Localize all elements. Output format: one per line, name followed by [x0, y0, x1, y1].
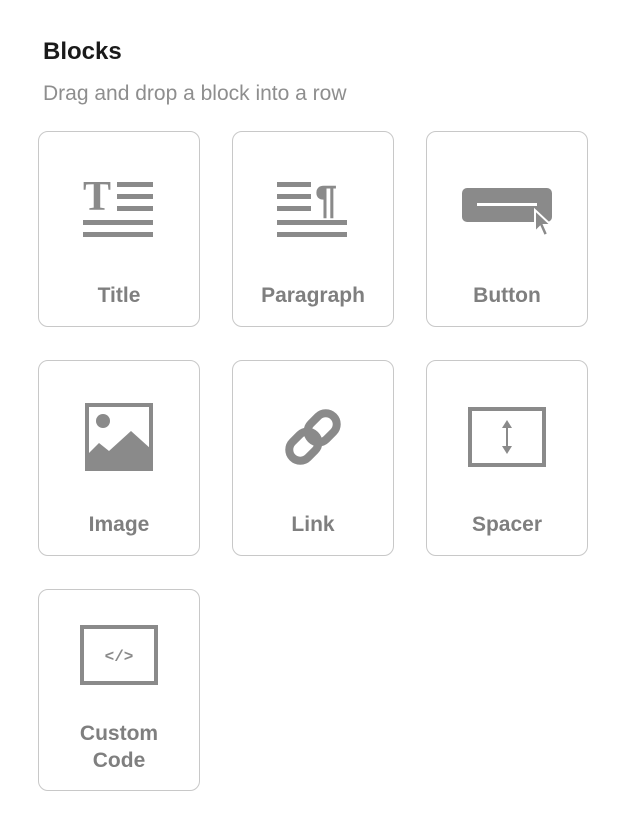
spacer-icon: [427, 401, 587, 473]
block-button[interactable]: Button: [426, 131, 588, 327]
block-label: Custom Code: [39, 720, 199, 774]
block-label: Link: [291, 513, 335, 536]
button-icon: [427, 172, 587, 244]
block-label: Paragraph: [261, 284, 365, 307]
block-spacer[interactable]: Spacer: [426, 360, 588, 556]
code-icon: </>: [39, 620, 199, 690]
block-label-line2: Code: [92, 749, 146, 772]
block-label-line1: Custom: [79, 722, 159, 745]
svg-text:T: T: [83, 176, 111, 220]
block-label: Image: [88, 513, 150, 536]
block-image[interactable]: Image: [38, 360, 200, 556]
block-label: Spacer: [471, 513, 543, 536]
blocks-panel: Blocks Drag and drop a block into a row …: [0, 0, 630, 836]
svg-text:</>: </>: [105, 648, 134, 666]
block-paragraph[interactable]: ¶ Paragraph: [232, 131, 394, 327]
panel-subtitle: Drag and drop a block into a row: [43, 82, 347, 105]
title-icon: T: [39, 172, 199, 244]
panel-title: Blocks: [43, 38, 122, 65]
paragraph-icon: ¶: [233, 172, 393, 244]
block-label: Title: [97, 284, 141, 307]
svg-text:¶: ¶: [315, 178, 337, 222]
link-icon: [233, 401, 393, 473]
block-label: Button: [473, 284, 541, 307]
block-link[interactable]: Link: [232, 360, 394, 556]
block-title[interactable]: T Title: [38, 131, 200, 327]
image-icon: [39, 401, 199, 473]
block-custom-code[interactable]: </> Custom Code: [38, 589, 200, 791]
